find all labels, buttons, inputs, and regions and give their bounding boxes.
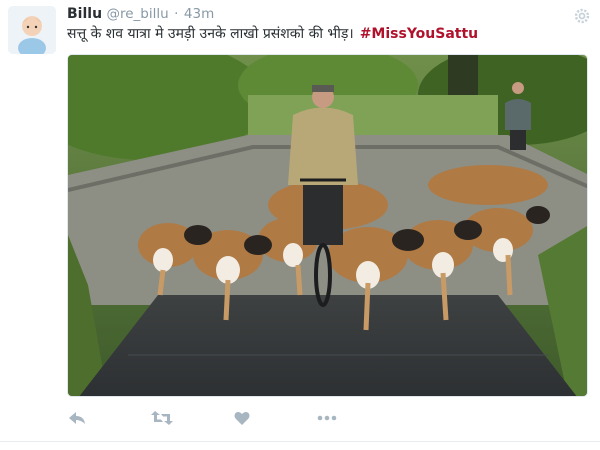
user-name[interactable]: Billu [67, 6, 102, 22]
tweet-body: सत्तू के शव यात्रा मे उमड़ी उनके लाखो प्… [67, 26, 354, 42]
heart-icon[interactable] [234, 410, 250, 428]
retweet-icon[interactable] [151, 410, 173, 428]
user-handle[interactable]: @re_billu [107, 6, 169, 22]
tweet-card: Billu @re_billu · 43m सत्तू के शव यात्रा… [0, 0, 600, 450]
tweet-text: सत्तू के शव यात्रा मे उमड़ी उनके लाखो प्… [67, 25, 478, 43]
meta-separator: · [174, 6, 179, 22]
reply-icon[interactable] [68, 410, 86, 428]
tweet-timestamp[interactable]: 43m [184, 6, 214, 22]
avatar[interactable] [8, 6, 56, 54]
hashtag-link[interactable]: #MissYouSattu [360, 26, 478, 42]
tweet-actions [67, 410, 467, 432]
gear-icon[interactable] [574, 8, 590, 24]
divider [0, 441, 600, 442]
tweet-header: Billu @re_billu · 43m [67, 5, 214, 23]
more-dots-icon[interactable] [317, 410, 337, 428]
tweet-photo[interactable] [67, 54, 588, 397]
